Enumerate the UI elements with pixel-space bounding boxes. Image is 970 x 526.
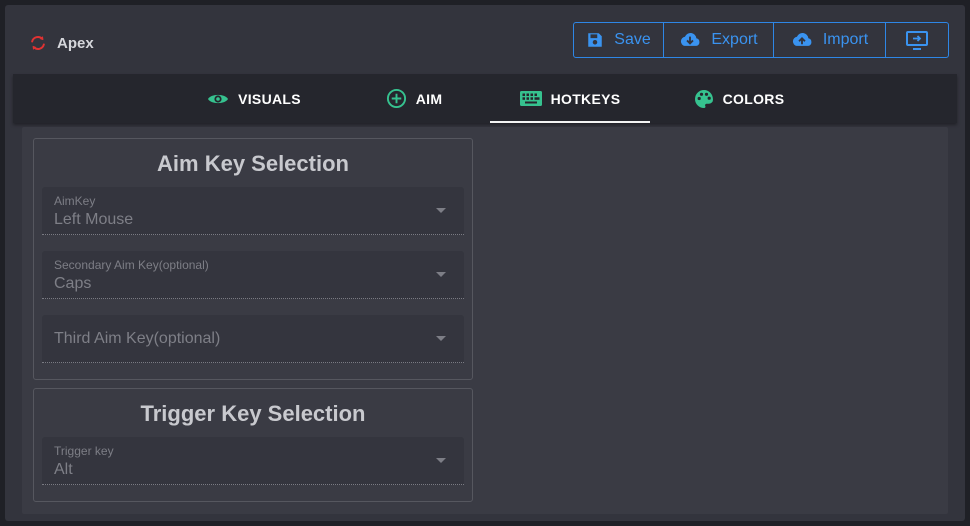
export-button-label: Export — [711, 31, 758, 48]
save-button-label: Save — [614, 31, 651, 48]
aim-key-label: AimKey — [54, 194, 96, 208]
floppy-disk-icon — [588, 33, 603, 47]
tab-aim-label: AIM — [415, 90, 443, 107]
app-name: Apex — [57, 34, 94, 52]
dropdown-arrow-icon — [436, 272, 446, 277]
aim-key-section: Aim Key Selection AimKey Left Mouse Seco… — [33, 138, 473, 380]
dropdown-arrow-icon — [436, 208, 446, 213]
toolbar: Save Export Import — [573, 22, 949, 58]
display-toggle-button[interactable] — [886, 23, 948, 57]
plus-circle-icon — [386, 88, 406, 109]
eye-icon — [208, 94, 229, 103]
dropdown-arrow-icon — [436, 336, 446, 341]
trigger-key-label: Trigger key — [54, 444, 114, 458]
secondary-aim-key-value: Caps — [54, 275, 92, 292]
app-window: Apex Save Export Import VISUALS AIM HOTK… — [5, 5, 965, 521]
dropdown-arrow-icon — [436, 458, 446, 463]
tab-visuals[interactable]: VISUALS — [174, 74, 334, 123]
keyboard-icon — [519, 91, 542, 106]
trigger-key-select[interactable]: Trigger key Alt — [42, 437, 464, 485]
cloud-upload-icon — [792, 32, 812, 46]
trigger-key-value: Alt — [54, 461, 73, 478]
trigger-key-section: Trigger Key Selection Trigger key Alt — [33, 388, 473, 502]
app-header: Apex — [29, 33, 94, 53]
secondary-aim-key-select[interactable]: Secondary Aim Key(optional) Caps — [42, 251, 464, 299]
aim-key-value: Left Mouse — [54, 211, 134, 228]
aim-key-select[interactable]: AimKey Left Mouse — [42, 187, 464, 235]
import-button-label: Import — [822, 31, 869, 48]
export-button[interactable]: Export — [664, 23, 774, 57]
tab-visuals-label: VISUALS — [238, 90, 301, 107]
tab-colors-label: COLORS — [722, 90, 785, 107]
third-aim-key-select[interactable]: Third Aim Key(optional) — [42, 315, 464, 363]
tab-aim[interactable]: AIM — [334, 74, 494, 123]
tab-hotkeys[interactable]: HOTKEYS — [490, 74, 650, 123]
tab-bar: VISUALS AIM HOTKEYS COLORS — [13, 74, 957, 123]
tab-hotkeys-label: HOTKEYS — [550, 90, 621, 107]
third-aim-key-placeholder: Third Aim Key(optional) — [54, 330, 221, 347]
tab-colors[interactable]: COLORS — [659, 74, 819, 123]
palette-icon — [694, 89, 713, 108]
import-button[interactable]: Import — [774, 23, 886, 57]
monitor-swap-icon — [906, 31, 928, 50]
save-button[interactable]: Save — [574, 23, 664, 57]
aim-key-section-title: Aim Key Selection — [157, 151, 349, 176]
refresh-logo-icon — [31, 36, 45, 50]
cloud-download-icon — [681, 32, 700, 46]
secondary-aim-key-label: Secondary Aim Key(optional) — [54, 258, 209, 272]
trigger-key-section-title: Trigger Key Selection — [140, 401, 366, 426]
hotkeys-panel: Aim Key Selection AimKey Left Mouse Seco… — [22, 127, 948, 514]
